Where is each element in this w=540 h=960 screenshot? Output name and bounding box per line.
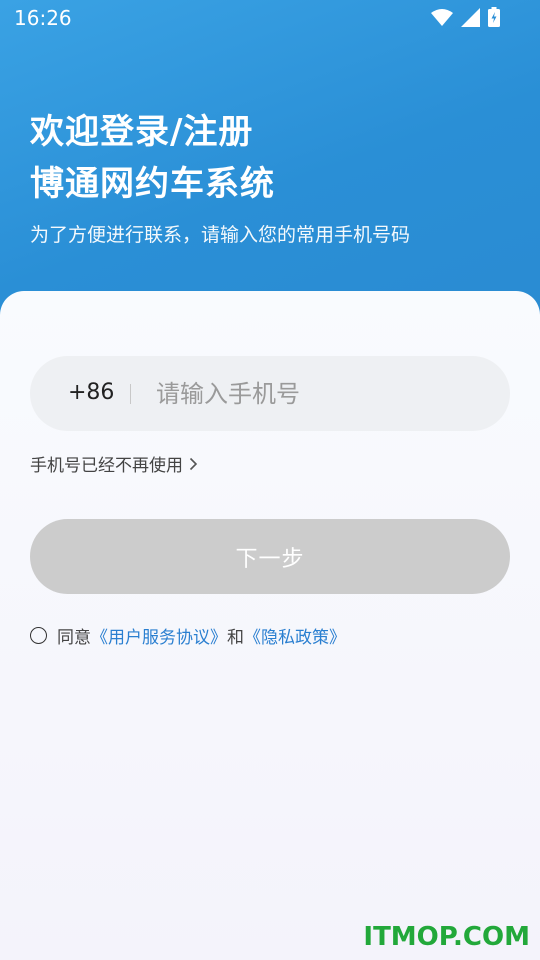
phone-no-longer-used-label: 手机号已经不再使用: [30, 456, 183, 476]
agreement-radio[interactable]: [30, 627, 47, 644]
status-time: 16:26: [14, 6, 72, 30]
user-agreement-link[interactable]: 《用户服务协议》: [91, 623, 227, 648]
welcome-section: 欢迎登录/注册 博通网约车系统 为了方便进行联系，请输入您的常用手机号码: [30, 106, 410, 247]
status-bar: 16:26: [0, 0, 540, 36]
phone-input[interactable]: [156, 370, 486, 418]
agreement-and: 和: [227, 628, 244, 648]
phone-field: +86: [30, 356, 510, 431]
wifi-icon: [431, 8, 453, 26]
phone-no-longer-used-link[interactable]: 手机号已经不再使用: [30, 451, 198, 476]
chevron-right-icon: [189, 457, 198, 471]
privacy-policy-link[interactable]: 《隐私政策》: [244, 623, 346, 648]
welcome-title: 欢迎登录/注册: [30, 112, 254, 152]
watermark: ITMOP.COM: [363, 922, 530, 952]
status-icons: [431, 7, 500, 27]
agreement-row: 同意 《用户服务协议》 和 《隐私政策》: [30, 623, 346, 648]
app-name-title: 博通网约车系统: [30, 164, 275, 204]
country-code[interactable]: +86: [68, 380, 114, 405]
battery-icon: [488, 7, 500, 27]
signal-icon: [461, 7, 480, 27]
welcome-subtitle: 为了方便进行联系，请输入您的常用手机号码: [30, 224, 411, 246]
login-card: +86 手机号已经不再使用 下一步 同意 《用户服务协议》 和 《隐私政策》: [0, 291, 540, 960]
next-step-button[interactable]: 下一步: [30, 519, 510, 594]
agreement-prefix: 同意: [57, 628, 91, 648]
field-divider: [130, 384, 131, 404]
